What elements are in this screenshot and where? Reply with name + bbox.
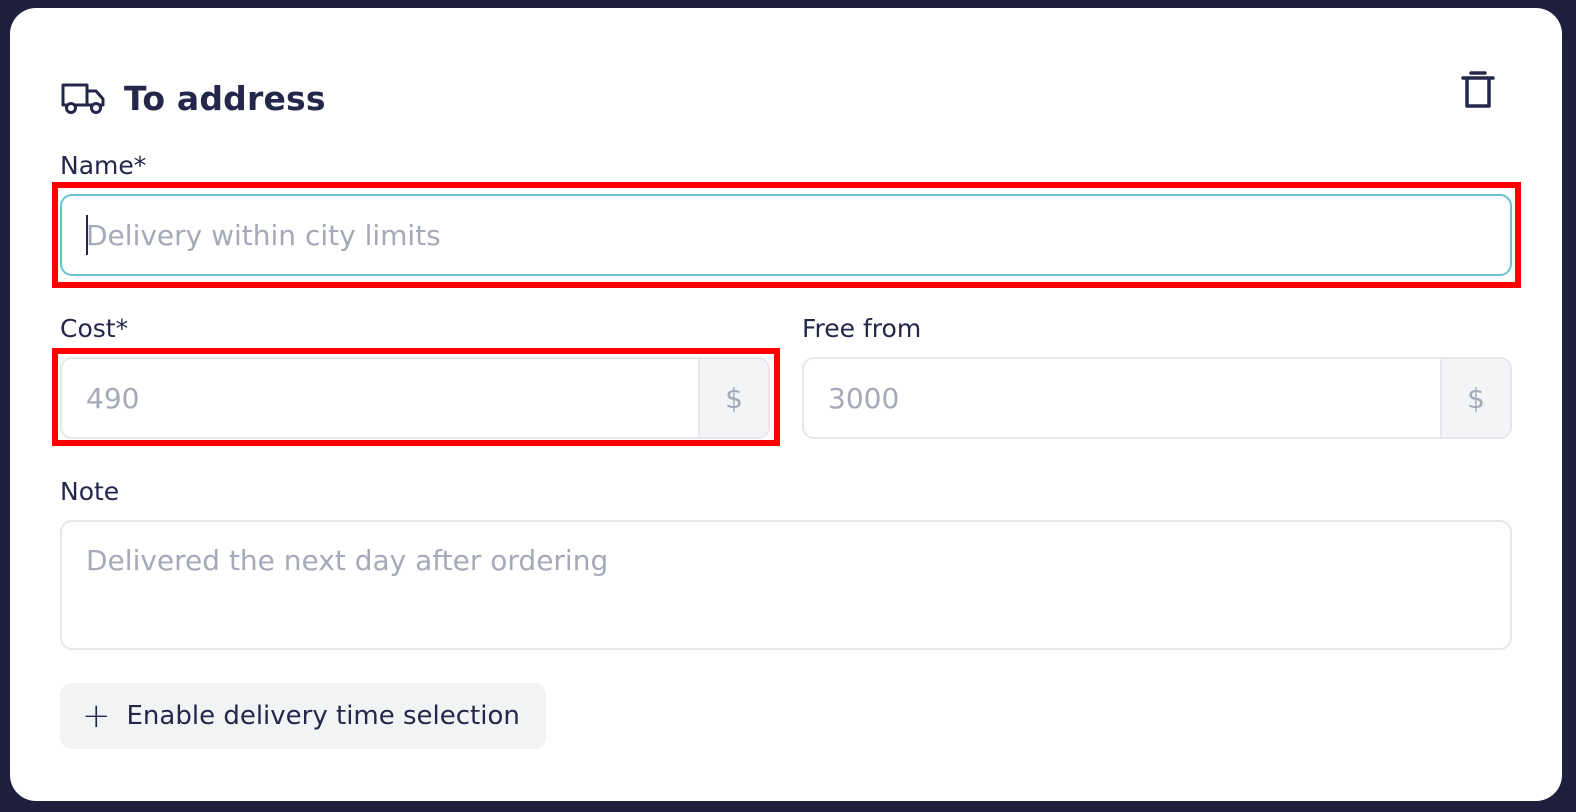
cost-input[interactable]: 490 $ [60,357,770,439]
free-from-label: Free from [802,314,922,343]
card-title: To address [124,78,326,118]
note-textarea[interactable]: Delivered the next day after ordering [60,520,1512,650]
truck-icon [61,83,105,114]
name-placeholder: Delivery within city limits [86,218,441,252]
trash-icon[interactable] [1458,68,1498,112]
delivery-method-card: To address Name* Delivery within city li… [10,8,1562,801]
free-from-input[interactable]: 3000 $ [802,357,1512,439]
name-label: Name* [60,151,147,180]
card-header: To address [60,68,326,128]
note-label: Note [60,477,120,506]
plus-icon: + [82,696,111,736]
enable-delivery-time-label: Enable delivery time selection [126,701,520,731]
enable-delivery-time-button[interactable]: + Enable delivery time selection [60,683,546,749]
note-placeholder: Delivered the next day after ordering [86,544,609,577]
free-from-currency-suffix: $ [1440,359,1510,437]
cost-label: Cost* [60,314,129,343]
text-caret [86,215,88,255]
cost-placeholder: 490 [86,381,140,415]
cost-currency-suffix: $ [698,359,768,437]
name-input[interactable]: Delivery within city limits [60,194,1512,276]
free-from-placeholder: 3000 [828,381,900,415]
